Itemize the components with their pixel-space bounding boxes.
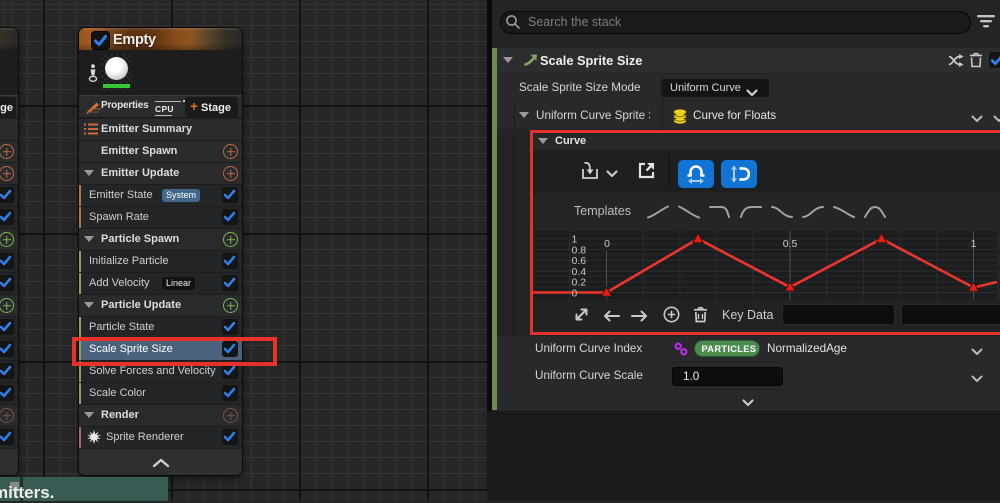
svg-text:0: 0	[604, 238, 610, 250]
svg-text:0.5: 0.5	[783, 238, 798, 250]
svg-text:0: 0	[572, 287, 578, 299]
svg-text:1: 1	[971, 238, 977, 250]
